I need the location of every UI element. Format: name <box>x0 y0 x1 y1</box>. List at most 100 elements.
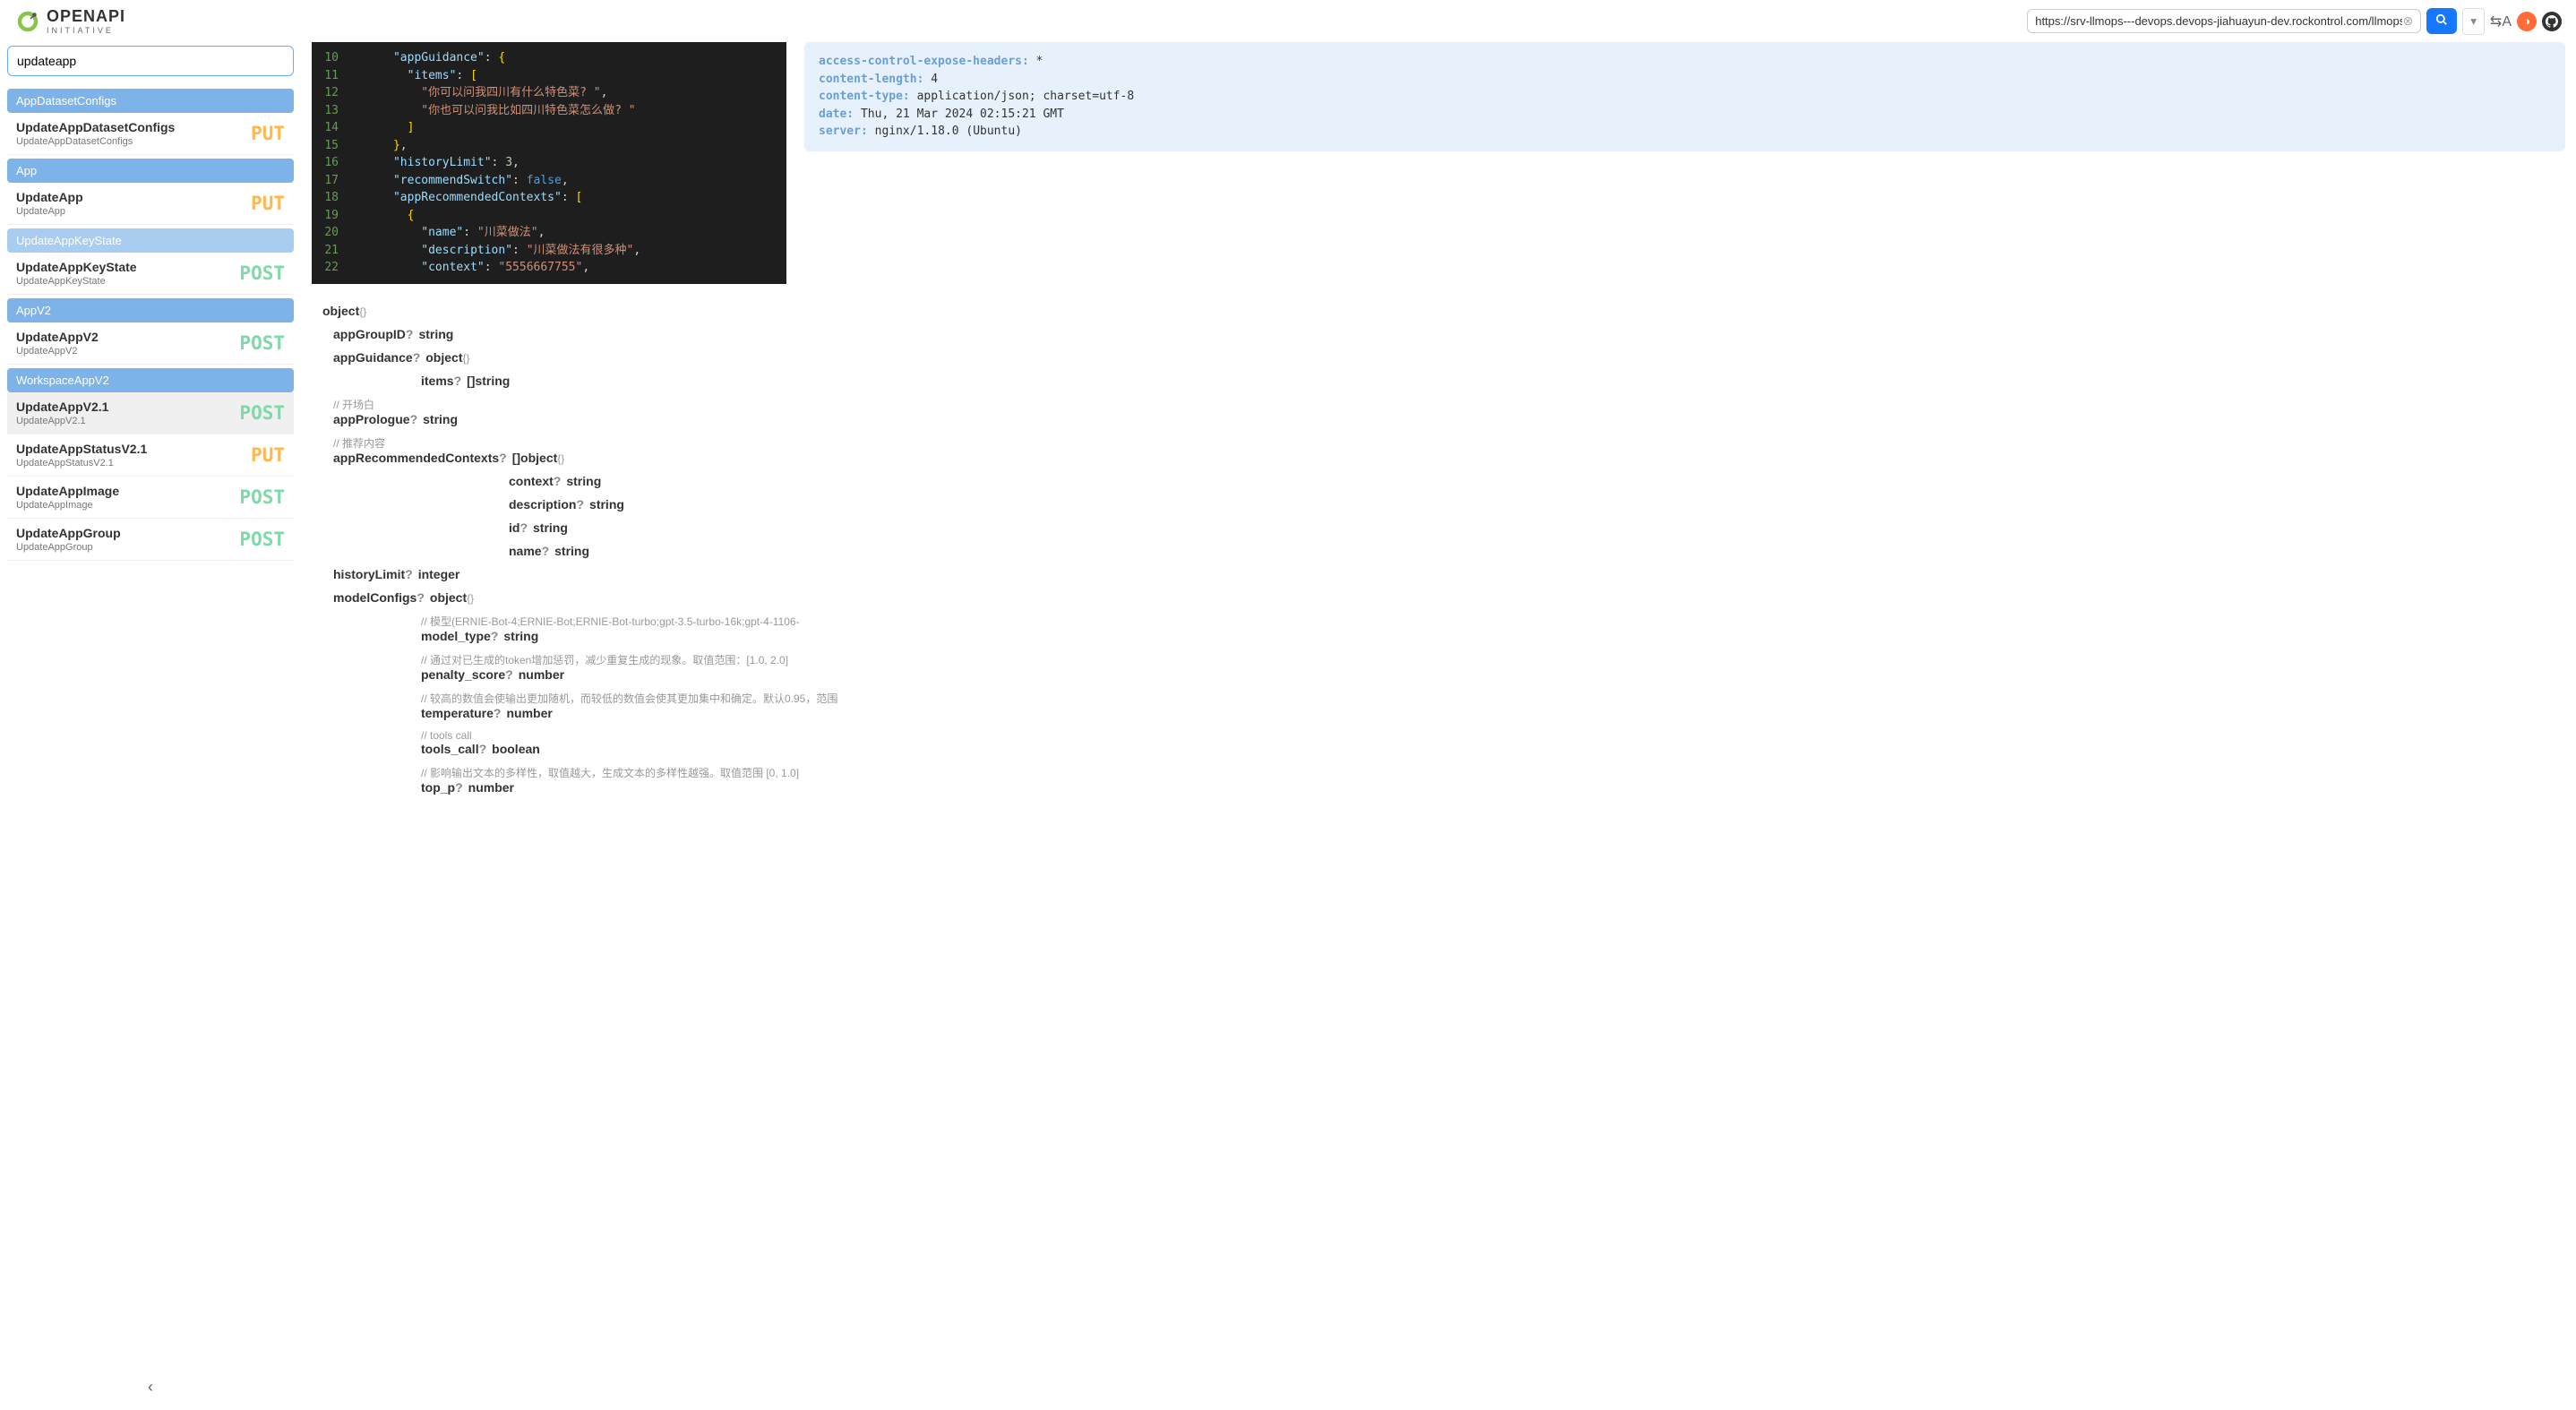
code-content: "name": "川菜做法", <box>351 224 545 242</box>
chevron-left-icon: ‹ <box>148 1378 153 1396</box>
url-input-wrap[interactable]: ⊗ <box>2027 9 2421 33</box>
operation-item[interactable]: UpdateAppGroup UpdateAppGroup POST <box>7 519 294 561</box>
dropdown-button[interactable]: ▾ <box>2462 8 2485 35</box>
http-method-badge: PUT <box>251 193 285 214</box>
line-number: 13 <box>312 102 351 120</box>
operation-name: UpdateAppImage <box>16 484 119 498</box>
line-number: 11 <box>312 67 351 85</box>
code-content: ] <box>351 119 414 137</box>
code-content: "description": "川菜做法有很多种", <box>351 242 640 260</box>
schema-field: // 影响输出文本的多样性，取值越大，生成文本的多样性越强。取值范围 [0, 1… <box>421 765 2565 795</box>
operation-item[interactable]: UpdateAppStatusV2.1 UpdateAppStatusV2.1 PU… <box>7 434 294 477</box>
operation-desc: UpdateApp <box>16 206 83 217</box>
schema-field: id?string <box>509 520 2565 535</box>
operation-desc: UpdateAppImage <box>16 500 119 511</box>
schema-field: appGroupID?string <box>333 327 2565 341</box>
header-line: server: nginx/1.18.0 (Ubuntu) <box>819 123 2551 141</box>
schema-comment: // 影响输出文本的多样性，取值越大，生成文本的多样性越强。取值范围 [0, 1… <box>421 765 2565 780</box>
logo: OPENAPI INITIATIVE <box>14 7 125 35</box>
http-method-badge: PUT <box>251 444 285 466</box>
schema-field: // 模型(ERNIE-Bot-4;ERNIE-Bot;ERNIE-Bot-tu… <box>421 614 2565 643</box>
http-method-badge: PUT <box>251 123 285 144</box>
schema-field: // 推荐内容appRecommendedContexts?[]object{} <box>333 435 2565 465</box>
header-line: content-type: application/json; charset=… <box>819 88 2551 106</box>
code-content: "recommendSwitch": false, <box>351 172 569 190</box>
line-number: 15 <box>312 137 351 155</box>
operation-item[interactable]: UpdateAppV2.1 UpdateAppV2.1 POST <box>7 392 294 434</box>
main-content: 10 "appGuidance": {11 "items": [12 "你可以问… <box>301 42 2576 1407</box>
line-number: 21 <box>312 242 351 260</box>
schema-root-name: object <box>322 304 359 318</box>
operation-item[interactable]: UpdateAppKeyStateUpdateAppKeyStatePOST <box>7 253 294 295</box>
search-button[interactable] <box>2426 8 2457 34</box>
code-content: "historyLimit": 3, <box>351 154 519 172</box>
sidebar-group-header[interactable]: AppDatasetConfigs <box>7 89 294 113</box>
operation-item[interactable]: UpdateApp UpdateApp PUT <box>7 183 294 225</box>
operation-name: UpdateAppV2.1 <box>16 400 108 414</box>
topbar: OPENAPI INITIATIVE ⊗ ▾ ⇆A ◑ <box>0 0 2576 42</box>
operation-item[interactable]: UpdateAppV2UpdateAppV2POST <box>7 322 294 365</box>
collapse-sidebar-button[interactable]: ‹ <box>148 1378 153 1397</box>
header-line: date: Thu, 21 Mar 2024 02:15:21 GMT <box>819 106 2551 124</box>
response-headers-panel: access-control-expose-headers: * content-… <box>804 42 2565 151</box>
operation-desc: UpdateAppKeyState <box>16 276 137 287</box>
clear-icon[interactable]: ⊗ <box>2402 13 2413 29</box>
sidebar-group-header[interactable]: AppV2 <box>7 298 294 322</box>
request-body-code[interactable]: 10 "appGuidance": {11 "items": [12 "你可以问… <box>312 42 786 284</box>
schema-section: object{} appGroupID?string appGuidance?obj… <box>312 304 2565 795</box>
line-number: 14 <box>312 119 351 137</box>
schema-root-meta: {} <box>359 305 366 318</box>
topbar-actions: ⊗ ▾ ⇆A ◑ <box>2027 8 2562 35</box>
sidebar-group-header[interactable]: WorkspaceAppV2 <box>7 368 294 392</box>
operation-desc: UpdateAppV2 <box>16 346 99 357</box>
schema-field: // 开场白appPrologue?string <box>333 397 2565 426</box>
schema-field: // tools calltools_call?boolean <box>421 729 2565 756</box>
line-number: 18 <box>312 189 351 207</box>
operation-item[interactable]: UpdateAppDatasetConfigs UpdateAppDatasetC… <box>7 113 294 155</box>
sidebar-group-header[interactable]: UpdateAppKeyState <box>7 228 294 253</box>
code-content: "items": [ <box>351 67 477 85</box>
logo-text: OPENAPI <box>47 7 125 26</box>
operation-desc: UpdateAppDatasetConfigs <box>16 136 175 147</box>
operation-name: UpdateAppV2 <box>16 330 99 344</box>
schema-field: modelConfigs?object{} <box>333 590 2565 605</box>
schema-comment: // 推荐内容 <box>333 435 2565 451</box>
line-number: 17 <box>312 172 351 190</box>
schema-field: appGuidance?object{} <box>333 350 2565 365</box>
operation-desc: UpdateAppStatusV2.1 <box>16 458 147 469</box>
schema-comment: // 开场白 <box>333 397 2565 412</box>
operation-name: UpdateAppGroup <box>16 526 121 540</box>
postman-icon[interactable]: ◑ <box>2517 12 2537 31</box>
operation-desc: UpdateAppV2.1 <box>16 416 108 426</box>
filter-input[interactable] <box>7 46 294 76</box>
line-number: 20 <box>312 224 351 242</box>
openapi-logo-icon <box>14 8 41 35</box>
search-icon <box>2435 13 2448 26</box>
code-content: "appGuidance": { <box>351 49 505 67</box>
schema-field: name?string <box>509 544 2565 558</box>
schema-field: // 较高的数值会使输出更加随机，而较低的数值会使其更加集中和确定。默认0.95… <box>421 691 2565 720</box>
operation-name: UpdateAppStatusV2.1 <box>16 442 147 456</box>
schema-comment: // 模型(ERNIE-Bot-4;ERNIE-Bot;ERNIE-Bot-tu… <box>421 614 2565 629</box>
code-content: "你可以问我四川有什么特色菜? ", <box>351 84 607 102</box>
line-number: 19 <box>312 207 351 225</box>
schema-field: description?string <box>509 497 2565 512</box>
http-method-badge: POST <box>239 486 285 508</box>
operation-name: UpdateAppDatasetConfigs <box>16 120 175 134</box>
operation-desc: UpdateAppGroup <box>16 542 121 553</box>
operation-item[interactable]: UpdateAppImage UpdateAppImage POST <box>7 477 294 519</box>
schema-field: context?string <box>509 474 2565 488</box>
url-input[interactable] <box>2035 14 2402 28</box>
translate-icon[interactable]: ⇆A <box>2490 13 2512 30</box>
operation-name: UpdateApp <box>16 190 83 204</box>
http-method-badge: POST <box>239 402 285 424</box>
schema-comment: // 通过对已生成的token增加惩罚，减少重复生成的现象。取值范围：[1.0,… <box>421 652 2565 667</box>
http-method-badge: POST <box>239 529 285 550</box>
header-line: access-control-expose-headers: * <box>819 53 2551 71</box>
schema-comment: // tools call <box>421 729 2565 742</box>
code-content: { <box>351 207 414 225</box>
logo-subtitle: INITIATIVE <box>47 26 125 35</box>
github-icon[interactable] <box>2542 12 2562 31</box>
sidebar-group-header[interactable]: App <box>7 159 294 183</box>
code-content: "你也可以问我比如四川特色菜怎么做? " <box>351 102 636 120</box>
